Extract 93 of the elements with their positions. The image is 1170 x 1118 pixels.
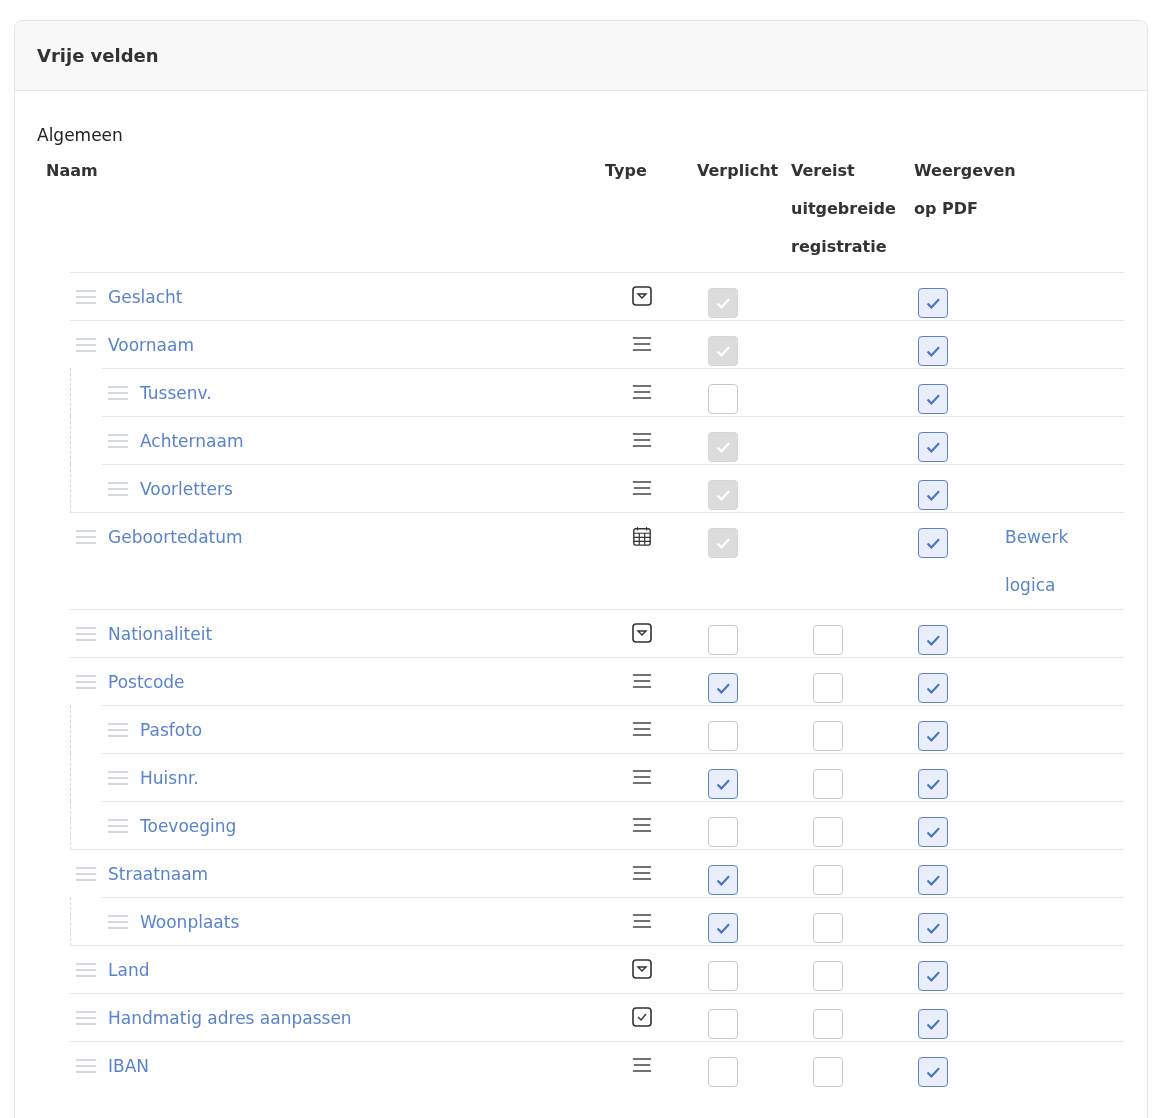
pdf-checkbox[interactable] — [918, 961, 948, 991]
text-lines-icon — [632, 334, 652, 354]
required-checkbox[interactable] — [708, 817, 738, 847]
field-name-link[interactable]: Huisnr. — [140, 766, 199, 790]
field-name-link[interactable]: Toevoeging — [140, 814, 237, 838]
checkbox-icon — [632, 1007, 652, 1027]
column-header: Type — [605, 160, 648, 182]
pdf-checkbox[interactable] — [918, 913, 948, 943]
pdf-checkbox[interactable] — [918, 336, 948, 366]
required-checkbox[interactable] — [708, 913, 738, 943]
required-checkbox[interactable] — [708, 1057, 738, 1087]
extended-registration-checkbox[interactable] — [813, 1009, 843, 1039]
field-name-link[interactable]: IBAN — [108, 1054, 150, 1078]
column-header: Naam — [46, 160, 99, 182]
drag-handle-icon[interactable] — [108, 819, 128, 833]
pdf-checkbox[interactable] — [918, 528, 948, 558]
text-lines-icon — [632, 478, 652, 498]
text-lines-icon — [632, 863, 652, 883]
required-checkbox[interactable] — [708, 1009, 738, 1039]
extended-registration-checkbox[interactable] — [813, 769, 843, 799]
drag-handle-icon[interactable] — [76, 290, 96, 304]
extended-registration-checkbox[interactable] — [813, 721, 843, 751]
pdf-checkbox[interactable] — [918, 384, 948, 414]
card-title: Vrije velden — [37, 45, 159, 66]
pdf-checkbox[interactable] — [918, 288, 948, 318]
drag-handle-icon[interactable] — [108, 434, 128, 448]
extended-registration-checkbox[interactable] — [813, 865, 843, 895]
pdf-checkbox[interactable] — [918, 432, 948, 462]
required-checkbox[interactable] — [708, 384, 738, 414]
pdf-checkbox[interactable] — [918, 865, 948, 895]
dropdown-icon — [632, 623, 652, 643]
column-header: Verplicht — [697, 160, 780, 182]
column-header: Weergeven op PDF — [914, 160, 1017, 220]
required-checkbox[interactable] — [708, 961, 738, 991]
drag-handle-icon[interactable] — [76, 867, 96, 881]
drag-handle-icon[interactable] — [108, 915, 128, 929]
section-label: Algemeen — [37, 124, 124, 147]
extended-registration-checkbox[interactable] — [813, 961, 843, 991]
pdf-checkbox[interactable] — [918, 769, 948, 799]
required-checkbox[interactable] — [708, 625, 738, 655]
drag-handle-icon[interactable] — [108, 723, 128, 737]
pdf-checkbox[interactable] — [918, 817, 948, 847]
drag-handle-icon[interactable] — [76, 1059, 96, 1073]
drag-handle-icon[interactable] — [76, 530, 96, 544]
text-lines-icon — [632, 671, 652, 691]
field-name-link[interactable]: Land — [108, 958, 150, 982]
extended-registration-checkbox[interactable] — [813, 673, 843, 703]
extended-registration-checkbox[interactable] — [813, 625, 843, 655]
dropdown-icon — [632, 959, 652, 979]
field-name-link[interactable]: Tussenv. — [140, 381, 212, 405]
dropdown-icon — [632, 286, 652, 306]
field-name-link[interactable]: Voorletters — [140, 477, 233, 501]
drag-handle-icon[interactable] — [76, 1011, 96, 1025]
drag-handle-icon[interactable] — [76, 675, 96, 689]
drag-handle-icon[interactable] — [76, 963, 96, 977]
text-lines-icon — [632, 1055, 652, 1075]
text-lines-icon — [632, 430, 652, 450]
field-name-link[interactable]: Nationaliteit — [108, 622, 213, 646]
field-name-link[interactable]: Geboortedatum — [108, 525, 243, 549]
extended-registration-checkbox[interactable] — [813, 913, 843, 943]
field-name-link[interactable]: Woonplaats — [140, 910, 240, 934]
field-name-link[interactable]: Achternaam — [140, 429, 244, 453]
drag-handle-icon[interactable] — [108, 386, 128, 400]
text-lines-icon — [632, 911, 652, 931]
pdf-checkbox[interactable] — [918, 625, 948, 655]
required-checkbox[interactable] — [708, 769, 738, 799]
field-name-link[interactable]: Pasfoto — [140, 718, 203, 742]
column-header: Vereist uitgebreide registratie — [791, 160, 897, 258]
drag-handle-icon[interactable] — [76, 627, 96, 641]
text-lines-icon — [632, 719, 652, 739]
field-name-link[interactable]: Geslacht — [108, 285, 183, 309]
pdf-checkbox[interactable] — [918, 1009, 948, 1039]
field-name-link[interactable]: Postcode — [108, 670, 185, 694]
drag-handle-icon[interactable] — [76, 338, 96, 352]
edit-logic-link[interactable]: Bewerk logica — [1005, 513, 1085, 609]
required-checkbox[interactable] — [708, 721, 738, 751]
text-lines-icon — [632, 382, 652, 402]
required-checkbox[interactable] — [708, 673, 738, 703]
field-name-link[interactable]: Handmatig adres aanpassen — [108, 1006, 352, 1030]
pdf-checkbox[interactable] — [918, 480, 948, 510]
required-checkbox[interactable] — [708, 865, 738, 895]
extended-registration-checkbox[interactable] — [813, 1057, 843, 1087]
text-lines-icon — [632, 815, 652, 835]
text-lines-icon — [632, 767, 652, 787]
drag-handle-icon[interactable] — [108, 771, 128, 785]
field-name-link[interactable]: Voornaam — [108, 333, 194, 357]
pdf-checkbox[interactable] — [918, 721, 948, 751]
extended-registration-checkbox[interactable] — [813, 817, 843, 847]
calendar-icon — [632, 526, 652, 546]
field-name-link[interactable]: Straatnaam — [108, 862, 209, 886]
pdf-checkbox[interactable] — [918, 673, 948, 703]
drag-handle-icon[interactable] — [108, 482, 128, 496]
pdf-checkbox[interactable] — [918, 1057, 948, 1087]
